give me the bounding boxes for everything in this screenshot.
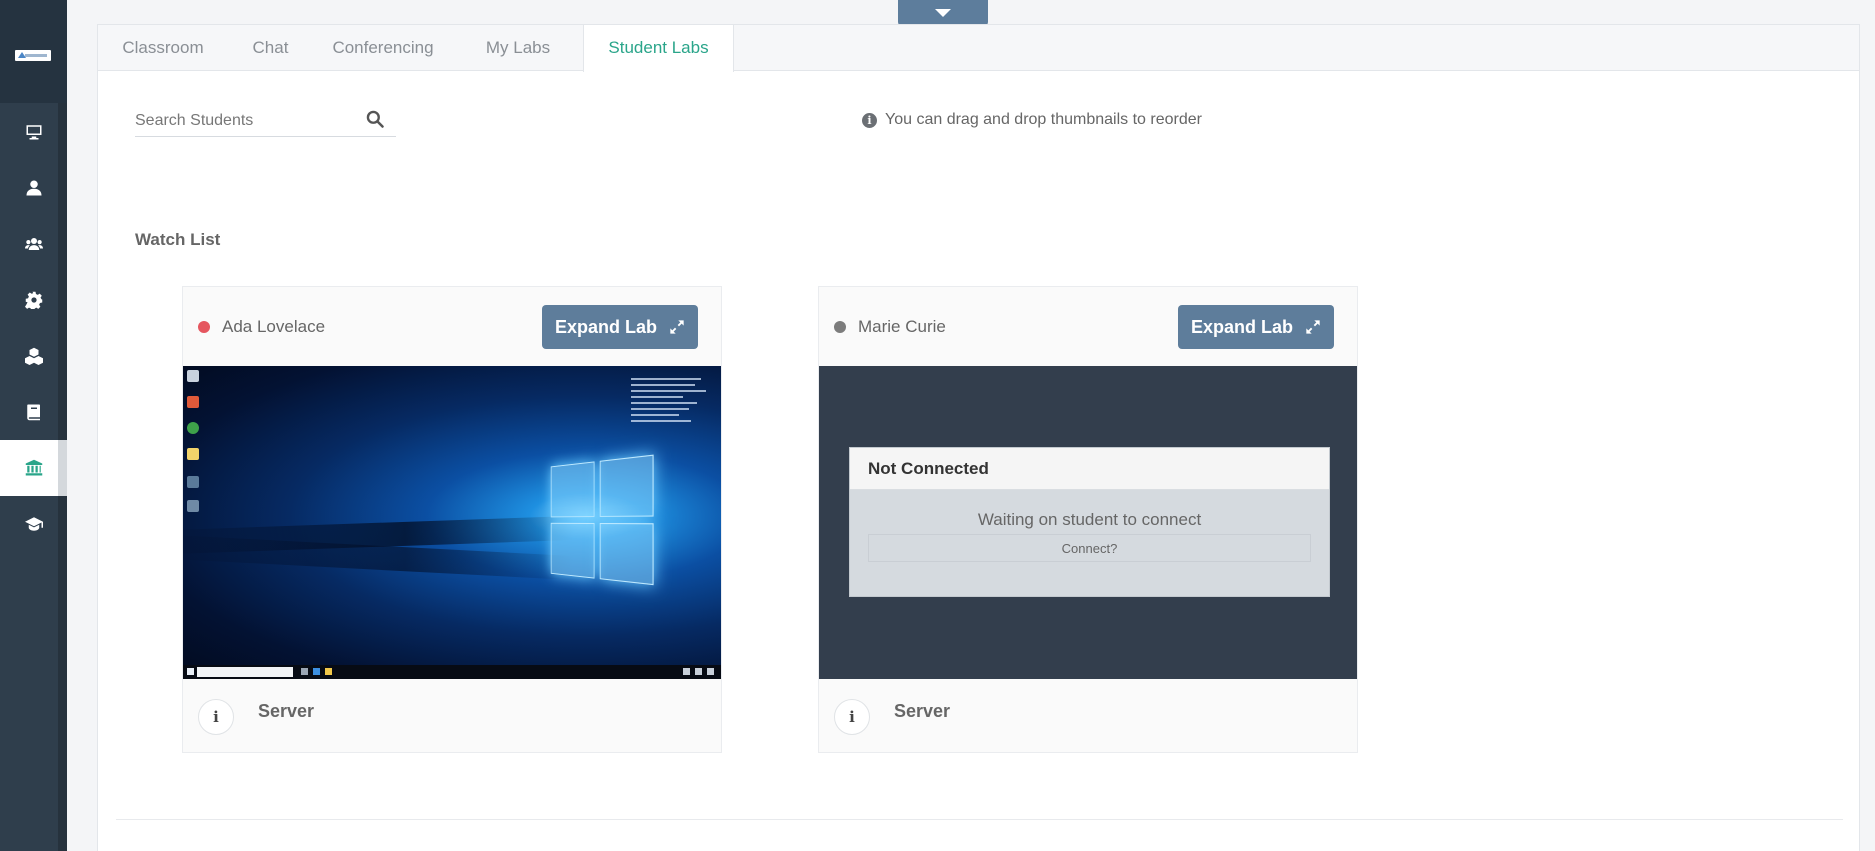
watch-list-title: Watch List: [135, 230, 221, 249]
expand-icon: [1306, 320, 1320, 334]
card-header: Ada Lovelace Expand Lab: [183, 287, 721, 366]
taskbar-tray-icon: [707, 668, 714, 675]
expand-lab-label: Expand Lab: [554, 316, 657, 337]
recycle-bin-icon: [187, 370, 199, 382]
not-connected-panel: Not Connected Waiting on student to conn…: [849, 447, 1330, 597]
sidebar-item-user[interactable]: [0, 160, 67, 216]
tab-conferencing[interactable]: Conferencing: [313, 25, 453, 71]
info-icon[interactable]: i: [198, 699, 234, 735]
caret-down-icon: [935, 9, 951, 17]
card-footer: i Server: [183, 679, 721, 752]
taskbar: [183, 665, 721, 679]
not-connected-title: Not Connected: [850, 448, 1329, 490]
status-dot: [834, 321, 846, 333]
tab-bar: Classroom Chat Conferencing My Labs Stud…: [98, 25, 1859, 72]
desktop-info-text: [631, 378, 711, 426]
user-icon: [26, 180, 41, 196]
info-icon: i: [862, 112, 877, 128]
sidebar-item-institution[interactable]: [0, 440, 67, 496]
taskbar-icon: [325, 668, 332, 675]
drag-hint-text: You can drag and drop thumbnails to reor…: [885, 111, 1202, 128]
sidebar-item-courses[interactable]: [0, 496, 67, 552]
lab-thumbnail-windows-desktop[interactable]: [183, 366, 721, 679]
drag-hint: i You can drag and drop thumbnails to re…: [862, 111, 1202, 129]
student-name: Ada Lovelace: [222, 317, 326, 336]
info-icon[interactable]: i: [834, 699, 870, 735]
taskbar-search: [197, 667, 293, 677]
company-logo[interactable]: [15, 50, 51, 61]
expand-lab-button[interactable]: Expand Lab: [542, 305, 698, 349]
graduation-cap-icon: [24, 517, 43, 531]
search-input[interactable]: [135, 108, 355, 134]
windows-logo-pane: [599, 523, 654, 586]
users-icon: [24, 238, 43, 250]
desktop-app-icon: [187, 396, 199, 408]
gear-icon: [24, 291, 42, 309]
windows-logo-pane: [550, 461, 595, 518]
taskbar-icon: [313, 668, 320, 675]
top-collapse-toggle[interactable]: [898, 0, 988, 26]
folder-icon: [187, 448, 199, 460]
windows-logo-pane: [599, 454, 654, 517]
desktop-shortcut-icon: [187, 476, 199, 488]
expand-lab-label: Expand Lab: [1190, 316, 1293, 337]
student-card[interactable]: Ada Lovelace Expand Lab i Server: [182, 286, 722, 753]
windows-logo-pane: [550, 522, 595, 579]
card-footer-label: Server: [894, 701, 951, 721]
search-box: [135, 104, 396, 137]
start-icon: [187, 668, 194, 675]
status-dot: [198, 321, 210, 333]
tab-student-labs[interactable]: Student Labs: [583, 25, 734, 72]
book-icon: [26, 404, 40, 421]
sidebar-item-labs[interactable]: [0, 328, 67, 384]
taskbar-tray-icon: [695, 668, 702, 675]
connect-button[interactable]: Connect?: [868, 534, 1311, 562]
taskbar-tray-icon: [683, 668, 690, 675]
taskbar-icon: [301, 668, 308, 675]
sidebar-item-book[interactable]: [0, 384, 67, 440]
institution-icon: [25, 459, 42, 476]
lab-thumbnail-not-connected: Not Connected Waiting on student to conn…: [819, 366, 1357, 679]
chrome-icon: [187, 422, 199, 434]
tab-chat[interactable]: Chat: [228, 25, 313, 71]
card-footer-label: Server: [258, 701, 315, 721]
sidebar-item-users[interactable]: [0, 216, 67, 272]
monitor-icon: [26, 125, 41, 140]
card-footer: i Server: [819, 679, 1357, 752]
student-name: Marie Curie: [858, 317, 946, 336]
student-card[interactable]: Marie Curie Expand Lab Not Connected Wai…: [818, 286, 1358, 753]
desktop-shortcut-icon: [187, 500, 199, 512]
search-icon[interactable]: [365, 109, 385, 129]
tab-classroom[interactable]: Classroom: [98, 25, 228, 71]
not-connected-message: Waiting on student to connect: [977, 510, 1202, 529]
card-header: Marie Curie Expand Lab: [819, 287, 1357, 366]
sidebar-item-monitor[interactable]: [0, 104, 67, 160]
cubes-icon: [24, 347, 43, 365]
sidebar-item-settings[interactable]: [0, 272, 67, 328]
sidebar: [0, 0, 67, 851]
expand-lab-button[interactable]: Expand Lab: [1178, 305, 1334, 349]
main-panel: Classroom Chat Conferencing My Labs Stud…: [97, 24, 1860, 851]
windows-logo: [550, 454, 656, 587]
expand-icon: [670, 320, 684, 334]
tab-my-labs[interactable]: My Labs: [453, 25, 583, 71]
section-divider: [116, 819, 1843, 820]
sidebar-logo-area: [0, 0, 67, 103]
